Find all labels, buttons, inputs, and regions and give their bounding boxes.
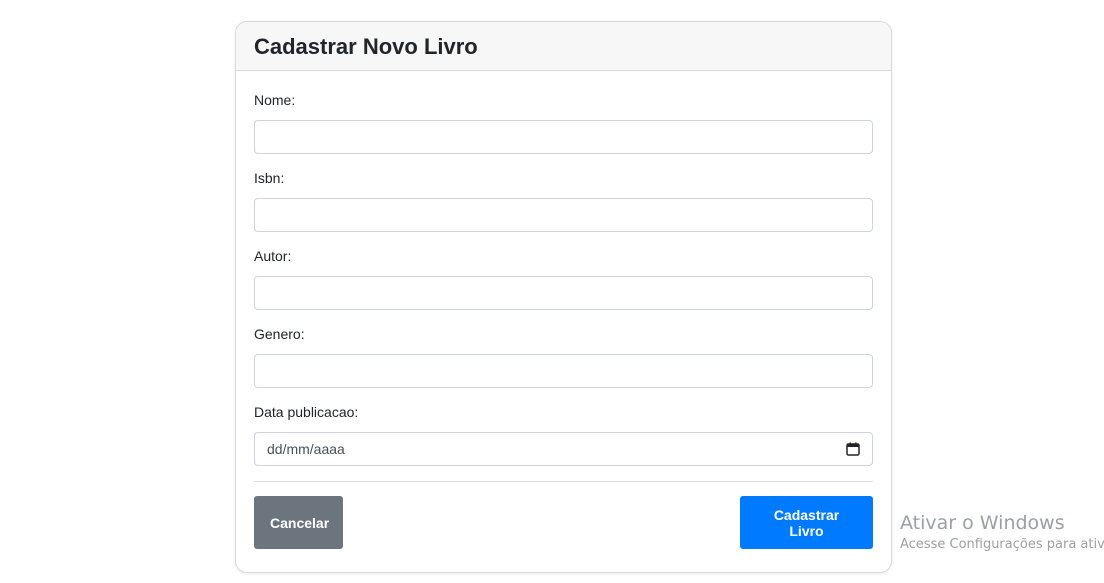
- nome-input[interactable]: [254, 120, 873, 154]
- form-body: Nome: Isbn: Autor: Genero: Data publicac…: [236, 71, 891, 549]
- watermark-title: Ativar o Windows: [900, 512, 1065, 534]
- form-group-genero: Genero:: [254, 326, 873, 388]
- page-title: Cadastrar Novo Livro: [254, 34, 478, 59]
- calendar-icon[interactable]: [846, 442, 860, 456]
- autor-input[interactable]: [254, 276, 873, 310]
- card-header: Cadastrar Novo Livro: [236, 22, 891, 71]
- isbn-input[interactable]: [254, 198, 873, 232]
- genero-input[interactable]: [254, 354, 873, 388]
- form-group-isbn: Isbn:: [254, 170, 873, 232]
- form-actions: Cancelar Cadastrar Livro: [254, 496, 873, 549]
- watermark-subtitle: Acesse Configurações para ativ: [900, 537, 1104, 552]
- autor-label: Autor:: [254, 248, 292, 264]
- book-form-card: Cadastrar Novo Livro Nome: Isbn: Autor: …: [235, 21, 892, 573]
- form-group-nome: Nome:: [254, 92, 873, 154]
- genero-label: Genero:: [254, 326, 305, 342]
- date-placeholder: dd/mm/aaaa: [267, 441, 345, 457]
- windows-activation-watermark: Ativar o Windows Acesse Configurações pa…: [900, 511, 1104, 555]
- cancel-button[interactable]: Cancelar: [254, 496, 343, 549]
- nome-label: Nome:: [254, 92, 296, 108]
- form-group-data-publicacao: Data publicacao: dd/mm/aaaa: [254, 404, 873, 466]
- form-divider: [254, 481, 873, 482]
- form-group-autor: Autor:: [254, 248, 873, 310]
- isbn-label: Isbn:: [254, 170, 285, 186]
- submit-button[interactable]: Cadastrar Livro: [740, 496, 873, 549]
- data-publicacao-input[interactable]: dd/mm/aaaa: [254, 432, 873, 466]
- data-publicacao-label: Data publicacao:: [254, 404, 359, 420]
